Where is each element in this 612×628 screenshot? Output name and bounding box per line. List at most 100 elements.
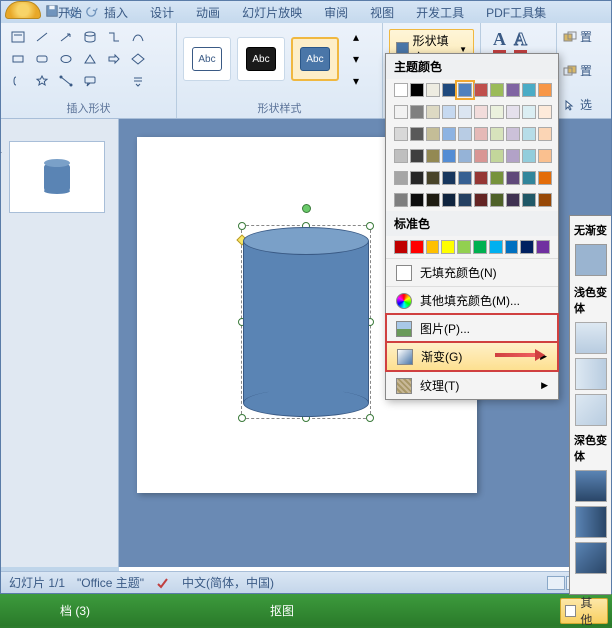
tab-审阅[interactable]: 审阅 — [313, 0, 359, 23]
standard-color-swatch[interactable] — [441, 240, 455, 254]
theme-tint-swatch[interactable] — [490, 149, 504, 163]
tab-插入[interactable]: 插入 — [93, 0, 139, 23]
theme-tint-swatch[interactable] — [410, 127, 424, 141]
shape-rect[interactable] — [7, 49, 29, 69]
theme-tint-swatch[interactable] — [522, 105, 536, 119]
gradient-preset[interactable] — [575, 322, 607, 354]
standard-color-swatch[interactable] — [394, 240, 408, 254]
theme-tint-swatch[interactable] — [474, 193, 488, 207]
theme-color-swatch[interactable] — [394, 83, 408, 97]
theme-tint-swatch[interactable] — [458, 127, 472, 141]
shapes-gallery[interactable] — [7, 27, 170, 91]
theme-tint-swatch[interactable] — [506, 127, 520, 141]
theme-tint-swatch[interactable] — [458, 171, 472, 185]
theme-tint-swatch[interactable] — [538, 171, 552, 185]
taskbar-more-gradients[interactable]: 其他 — [560, 598, 608, 624]
theme-tint-swatch[interactable] — [410, 171, 424, 185]
text-fill-button[interactable]: A — [493, 29, 506, 53]
theme-color-swatch[interactable] — [410, 83, 424, 97]
picture-fill-item[interactable]: 图片(P)... — [386, 314, 558, 342]
theme-tint-swatch[interactable] — [442, 171, 456, 185]
theme-tint-swatch[interactable] — [522, 149, 536, 163]
theme-tint-swatch[interactable] — [458, 193, 472, 207]
theme-color-swatch[interactable] — [458, 83, 472, 97]
theme-tint-swatch[interactable] — [474, 127, 488, 141]
theme-color-swatch[interactable] — [522, 83, 536, 97]
theme-tint-swatch[interactable] — [506, 193, 520, 207]
theme-tint-swatch[interactable] — [490, 127, 504, 141]
gallery-up-icon[interactable]: ▴ — [345, 27, 367, 47]
standard-color-swatch[interactable] — [426, 240, 440, 254]
more-colors-item[interactable]: 其他填充颜色(M)... — [386, 286, 558, 314]
shape-triangle[interactable] — [79, 49, 101, 69]
style-preview-2[interactable]: Abc — [237, 37, 285, 81]
theme-tint-swatch[interactable] — [442, 127, 456, 141]
shape-callout[interactable] — [79, 71, 101, 91]
theme-tint-swatch[interactable] — [474, 149, 488, 163]
text-outline-button[interactable]: A — [514, 29, 527, 53]
theme-color-swatch[interactable] — [506, 83, 520, 97]
theme-color-swatch[interactable] — [474, 83, 488, 97]
taskbar[interactable]: 档 (3) 抠图 — [0, 594, 612, 626]
theme-tint-swatch[interactable] — [474, 171, 488, 185]
resize-handle-nw[interactable] — [238, 222, 246, 230]
normal-view-button[interactable] — [547, 576, 565, 590]
save-icon[interactable] — [45, 4, 59, 18]
theme-tint-swatch[interactable] — [522, 193, 536, 207]
theme-tint-swatch[interactable] — [474, 105, 488, 119]
standard-color-swatch[interactable] — [473, 240, 487, 254]
theme-color-swatch[interactable] — [426, 83, 440, 97]
status-language[interactable]: 中文(简体，中国) — [182, 574, 274, 591]
style-preview-3[interactable]: Abc — [291, 37, 339, 81]
theme-tint-swatch[interactable] — [506, 149, 520, 163]
theme-tint-swatch[interactable] — [426, 127, 440, 141]
theme-tint-swatch[interactable] — [538, 149, 552, 163]
theme-tint-swatch[interactable] — [538, 105, 552, 119]
theme-tint-swatch[interactable] — [522, 171, 536, 185]
standard-color-swatch[interactable] — [505, 240, 519, 254]
standard-color-swatch[interactable] — [457, 240, 471, 254]
theme-tint-swatch[interactable] — [426, 193, 440, 207]
tab-幻灯片放映[interactable]: 幻灯片放映 — [231, 0, 313, 23]
undo-icon[interactable] — [65, 4, 79, 18]
theme-tint-swatch[interactable] — [442, 149, 456, 163]
shape-freeform[interactable] — [127, 27, 149, 47]
tab-开发工具[interactable]: 开发工具 — [405, 0, 475, 23]
gallery-down-icon[interactable]: ▾ — [345, 49, 367, 69]
theme-tint-swatch[interactable] — [442, 105, 456, 119]
theme-tint-swatch[interactable] — [394, 105, 408, 119]
tab-设计[interactable]: 设计 — [139, 0, 185, 23]
theme-tint-swatch[interactable] — [410, 105, 424, 119]
theme-tint-swatch[interactable] — [458, 149, 472, 163]
gradient-preset[interactable] — [575, 394, 607, 426]
gallery-more[interactable] — [127, 71, 149, 91]
theme-color-swatch[interactable] — [490, 83, 504, 97]
theme-tint-swatch[interactable] — [410, 149, 424, 163]
resize-handle-sw[interactable] — [238, 414, 246, 422]
theme-tint-swatch[interactable] — [490, 105, 504, 119]
gradient-preset[interactable] — [575, 470, 607, 502]
office-button[interactable] — [5, 1, 41, 19]
theme-tint-swatch[interactable] — [410, 193, 424, 207]
resize-handle-ne[interactable] — [366, 222, 374, 230]
theme-tint-swatch[interactable] — [426, 149, 440, 163]
standard-color-swatch[interactable] — [489, 240, 503, 254]
theme-tint-swatch[interactable] — [538, 127, 552, 141]
theme-tint-swatch[interactable] — [394, 149, 408, 163]
bring-front-button[interactable]: 置 — [561, 27, 594, 46]
gradient-preset[interactable] — [575, 506, 607, 538]
standard-color-swatch[interactable] — [536, 240, 550, 254]
theme-tint-swatch[interactable] — [522, 127, 536, 141]
style-preview-1[interactable]: Abc — [183, 37, 231, 81]
shape-arrow[interactable] — [55, 27, 77, 47]
shape-line[interactable] — [31, 27, 53, 47]
theme-tint-swatch[interactable] — [394, 171, 408, 185]
theme-tint-swatch[interactable] — [394, 193, 408, 207]
slide-thumbnail-1[interactable]: 1 — [9, 141, 105, 213]
shape-textbox[interactable] — [7, 27, 29, 47]
shape-diamond[interactable] — [127, 49, 149, 69]
shape-oval[interactable] — [55, 49, 77, 69]
theme-tint-swatch[interactable] — [506, 171, 520, 185]
texture-fill-item[interactable]: 纹理(T) ▶ — [386, 371, 558, 399]
shape-rightarrow[interactable] — [103, 49, 125, 69]
